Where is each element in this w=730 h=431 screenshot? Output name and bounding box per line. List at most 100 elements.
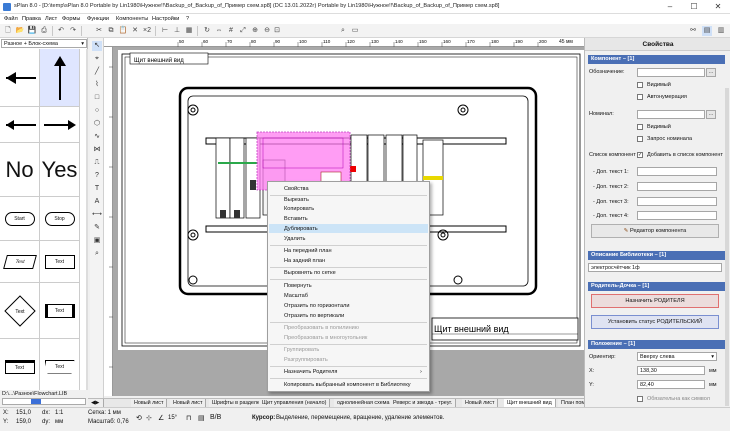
zoom-in-icon[interactable]: ⊕	[250, 26, 260, 36]
library-cell-start[interactable]: Start	[0, 197, 40, 241]
menu-settings[interactable]: Настройки	[152, 16, 179, 22]
menu-scale[interactable]: Масштаб	[284, 293, 308, 299]
menu-file[interactable]: Файл	[4, 16, 18, 22]
node-tool-icon[interactable]: ⋈	[92, 145, 102, 155]
zoom-fit-icon[interactable]: ⤢	[238, 26, 248, 36]
library-cell-subprocess[interactable]: Text	[0, 339, 40, 395]
maximize-button[interactable]: ☐	[682, 0, 706, 14]
zoom-window-icon[interactable]: ⊡	[272, 26, 282, 36]
open-icon[interactable]: 📂	[15, 26, 25, 36]
library-cell-decision[interactable]: Text	[0, 283, 40, 339]
close-button[interactable]: ✕	[706, 0, 730, 14]
menu-copy-to-library[interactable]: Копировать выбранный компонент в Библиот…	[284, 382, 411, 388]
binoculars-icon[interactable]: ⚯	[688, 26, 698, 36]
extra1-field[interactable]	[637, 167, 717, 176]
library-cell-stop[interactable]: Stop	[40, 197, 80, 241]
rect-tool-icon[interactable]: □	[92, 93, 102, 103]
menu-delete[interactable]: Удалить	[284, 236, 305, 242]
menu-edit[interactable]: Правка	[22, 16, 41, 22]
group-icon[interactable]: ▦	[184, 26, 194, 36]
text-tool-icon[interactable]: T	[92, 184, 102, 194]
autonum-checkbox[interactable]	[637, 94, 643, 100]
align-center-icon[interactable]: ⊥	[172, 26, 182, 36]
refresh-icon[interactable]: ↻	[202, 26, 212, 36]
image-tool-icon[interactable]: ▣	[92, 236, 102, 246]
library-cell-no[interactable]: No	[0, 143, 40, 197]
grid-icon[interactable]: #	[226, 26, 236, 36]
visible2-checkbox[interactable]	[637, 124, 643, 130]
library-cell-predefined[interactable]: Text	[40, 283, 80, 339]
menu-components[interactable]: Компоненты	[116, 16, 148, 22]
library-cell-arrow-left[interactable]	[0, 49, 40, 107]
nominal-more-button[interactable]: …	[706, 110, 716, 119]
extra4-field[interactable]	[637, 211, 717, 220]
library-cell-data[interactable]: Text	[0, 241, 40, 283]
bw-icon[interactable]: B/B	[210, 414, 221, 421]
menu-paste[interactable]: Вставить	[284, 216, 308, 222]
library-selector[interactable]: Разное + Блок-схема ▾	[1, 39, 87, 48]
paste-icon[interactable]: 📋	[118, 26, 128, 36]
menu-cut[interactable]: Вырезать	[284, 197, 309, 203]
menu-properties[interactable]: Свойства	[284, 186, 309, 192]
new-icon[interactable]: 🗋	[3, 26, 13, 36]
library-scroll[interactable]	[2, 398, 86, 405]
library-cell-arrow-both[interactable]	[0, 107, 40, 143]
duplicate-icon[interactable]: ×2	[142, 26, 152, 36]
nominal-field[interactable]	[637, 110, 705, 119]
designation-field[interactable]	[637, 68, 705, 77]
line-tool-icon[interactable]: ╱	[92, 67, 102, 77]
wire-tool-icon[interactable]: ⎍	[92, 158, 102, 168]
library-section-header[interactable]: Описание Библиотеки – [1]	[588, 251, 725, 260]
copy-icon[interactable]: ⧉	[106, 26, 116, 36]
help-tool-icon[interactable]: ?	[92, 171, 102, 181]
menu-duplicate[interactable]: Дублировать	[284, 226, 318, 232]
library-cell-yes[interactable]: Yes	[40, 143, 80, 197]
library-scroll-thumb[interactable]	[31, 399, 41, 404]
bezier-tool-icon[interactable]: ∿	[92, 132, 102, 142]
library-scrollbar[interactable]	[86, 49, 88, 395]
menu-help[interactable]: ?	[186, 16, 189, 22]
library-toggle-icon[interactable]: ▥	[716, 26, 726, 36]
menu-rotate[interactable]: Повернуть	[284, 283, 312, 289]
menu-assign-parent[interactable]: Назначить Родителя	[284, 369, 337, 375]
visibility-icon[interactable]: ▤	[198, 414, 205, 422]
redo-icon[interactable]: ↷	[68, 26, 78, 36]
menu-send-back[interactable]: На задний план	[284, 258, 325, 264]
library-cell-arrow-up[interactable]	[40, 49, 80, 107]
set-parent-status-button[interactable]: Установить статус РОДИТЕЛЬСКИЙ	[591, 315, 719, 329]
library-cell-process[interactable]: Text	[40, 241, 80, 283]
menu-shapes[interactable]: Формы	[62, 16, 80, 22]
designation-more-button[interactable]: …	[706, 68, 716, 77]
print-icon[interactable]: ⎙	[39, 26, 49, 36]
visible-checkbox[interactable]	[637, 82, 643, 88]
pos-y-field[interactable]: 82,40	[637, 380, 705, 389]
assign-parent-button[interactable]: Назначить РОДИТЕЛЯ	[591, 294, 719, 308]
magnet-icon[interactable]: ⊓	[186, 414, 191, 422]
circle-tool-icon[interactable]: ○	[92, 106, 102, 116]
search-icon[interactable]: ⌕	[338, 26, 348, 36]
point-tool-icon[interactable]: ⌖	[92, 54, 102, 64]
align-left-icon[interactable]: ⊢	[160, 26, 170, 36]
pen-tool-icon[interactable]: ✎	[92, 223, 102, 233]
rotate-icon[interactable]: ⟲	[136, 414, 142, 422]
library-cell-arrow-right[interactable]	[40, 107, 80, 143]
angle-icon[interactable]: ∠	[158, 414, 164, 422]
snap-icon[interactable]: ⊹	[146, 414, 152, 422]
position-section-header[interactable]: Положение – [1]	[588, 340, 725, 349]
extra3-field[interactable]	[637, 197, 717, 206]
query-nominal-checkbox[interactable]	[637, 136, 643, 142]
hand-icon[interactable]: ▭	[350, 26, 360, 36]
menu-snap-grid[interactable]: Выровнять по сетке	[284, 270, 336, 276]
orient-select[interactable]: Вверху слева ▾	[637, 352, 717, 361]
menu-flip-vertical[interactable]: Отразить по вертикали	[284, 313, 344, 319]
menu-bring-front[interactable]: На передний план	[284, 248, 332, 254]
library-cell-manual[interactable]: Text	[40, 339, 80, 395]
cut-icon[interactable]: ✂	[94, 26, 104, 36]
properties-scrollbar[interactable]	[725, 88, 729, 406]
library-description-field[interactable]: электросчётчик 1ф	[588, 263, 722, 272]
properties-toggle-icon[interactable]: ▤	[702, 26, 712, 36]
extra2-field[interactable]	[637, 182, 717, 191]
delete-icon[interactable]: ✕	[130, 26, 140, 36]
flip-icon[interactable]: ⇔	[214, 26, 224, 36]
textbox-tool-icon[interactable]: A	[92, 197, 102, 207]
